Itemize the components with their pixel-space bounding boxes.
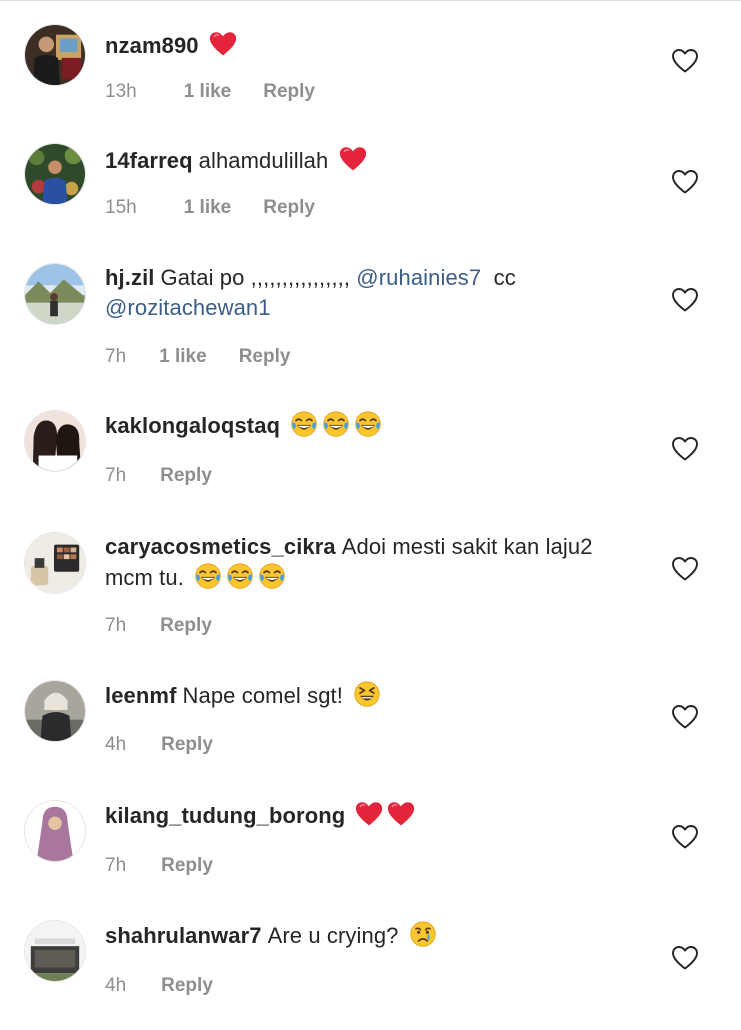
laughing-emoji — [353, 680, 381, 708]
comment-item: nzam890 13h 1 like Reply — [0, 24, 741, 134]
tears-of-joy-emoji — [194, 562, 222, 590]
mention-link[interactable]: @ruhainies7 — [356, 265, 481, 290]
heart-outline-icon[interactable] — [671, 169, 699, 195]
avatar[interactable] — [24, 920, 86, 982]
comment-body: leenmf Nape comel sgt! 4h Reply — [105, 680, 625, 755]
comment-text: shahrulanwar7 Are u crying? — [105, 920, 625, 951]
timestamp: 4h — [105, 975, 127, 996]
comment-message: Gatai po ,,,,,,,,,,,,,,,, — [160, 265, 357, 290]
timestamp: 4h — [105, 734, 127, 755]
heart-outline-icon[interactable] — [671, 704, 699, 730]
comment-body: hj.zil Gatai po ,,,,,,,,,,,,,,,, @ruhaini… — [105, 263, 625, 367]
crying-emoji — [409, 920, 437, 948]
reply-button[interactable]: Reply — [263, 80, 315, 104]
comment-message: Are u crying? — [267, 923, 399, 948]
tears-of-joy-emoji — [258, 562, 286, 590]
comment-meta: 7h 1 like Reply — [105, 345, 290, 369]
comment-item: kaklongaloqstaq 7h Reply — [0, 410, 741, 520]
username-link[interactable]: nzam890 — [105, 33, 199, 58]
reply-button[interactable]: Reply — [263, 196, 315, 220]
timestamp: 15h — [105, 197, 137, 218]
comment-meta: 13h 1 like Reply — [105, 80, 315, 104]
reply-button[interactable]: Reply — [160, 464, 212, 488]
comment-body: kaklongaloqstaq 7h Reply — [105, 410, 625, 486]
tears-of-joy-emoji — [290, 410, 318, 438]
avatar[interactable] — [24, 410, 86, 472]
comment-item: hj.zil Gatai po ,,,,,,,,,,,,,,,, @ruhaini… — [0, 263, 741, 373]
comment-meta: 7h Reply — [105, 464, 212, 488]
username-link[interactable]: hj.zil — [105, 265, 155, 290]
like-count[interactable]: 1 like — [184, 80, 232, 104]
reply-button[interactable]: Reply — [161, 974, 213, 998]
comment-item: shahrulanwar7 Are u crying? 4h Reply — [0, 920, 741, 1030]
like-count[interactable]: 1 like — [184, 196, 232, 220]
top-divider — [0, 0, 741, 4]
username-link[interactable]: caryacosmetics_cikra — [105, 534, 336, 559]
red-heart-emoji — [387, 800, 415, 828]
timestamp: 7h — [105, 346, 127, 367]
comment-body: caryacosmetics_cikra Adoi mesti sakit kan… — [105, 532, 625, 636]
mention-link[interactable]: @rozitachewan1 — [105, 295, 271, 320]
heart-outline-icon[interactable] — [671, 48, 699, 74]
comment-item: 14farreq alhamdulillah 15h 1 like Reply — [0, 143, 741, 253]
comment-meta: 15h 1 like Reply — [105, 196, 315, 220]
heart-outline-icon[interactable] — [671, 287, 699, 313]
comment-item: caryacosmetics_cikra Adoi mesti sakit kan… — [0, 532, 741, 642]
red-heart-emoji — [209, 30, 237, 58]
comment-text: kilang_tudung_borong — [105, 800, 625, 831]
comment-text: leenmf Nape comel sgt! — [105, 680, 625, 711]
avatar[interactable] — [24, 24, 86, 86]
comment-body: 14farreq alhamdulillah 15h 1 like Reply — [105, 145, 625, 218]
username-link[interactable]: kaklongaloqstaq — [105, 413, 280, 438]
timestamp: 13h — [105, 81, 137, 102]
avatar[interactable] — [24, 263, 86, 325]
heart-outline-icon[interactable] — [671, 945, 699, 971]
comment-meta: 7h Reply — [105, 854, 213, 878]
timestamp: 7h — [105, 615, 127, 636]
tears-of-joy-emoji — [322, 410, 350, 438]
like-count[interactable]: 1 like — [159, 345, 207, 369]
heart-outline-icon[interactable] — [671, 824, 699, 850]
comment-text: kaklongaloqstaq — [105, 410, 625, 441]
comment-text: 14farreq alhamdulillah — [105, 145, 625, 176]
comment-text: hj.zil Gatai po ,,,,,,,,,,,,,,,, @ruhaini… — [105, 263, 625, 323]
reply-button[interactable]: Reply — [239, 345, 291, 369]
username-link[interactable]: leenmf — [105, 683, 177, 708]
avatar[interactable] — [24, 532, 86, 594]
red-heart-emoji — [339, 145, 367, 173]
avatar[interactable] — [24, 143, 86, 205]
heart-outline-icon[interactable] — [671, 556, 699, 582]
avatar[interactable] — [24, 800, 86, 862]
reply-button[interactable]: Reply — [161, 733, 213, 757]
tears-of-joy-emoji — [354, 410, 382, 438]
timestamp: 7h — [105, 855, 127, 876]
comment-message: Nape comel sgt! — [182, 683, 343, 708]
comment-message: alhamdulillah — [198, 148, 329, 173]
comment-meta: 7h Reply — [105, 614, 212, 638]
username-link[interactable]: 14farreq — [105, 148, 193, 173]
heart-outline-icon[interactable] — [671, 436, 699, 462]
comment-item: leenmf Nape comel sgt! 4h Reply — [0, 680, 741, 790]
comment-meta: 4h Reply — [105, 733, 213, 757]
comment-body: shahrulanwar7 Are u crying? 4h Reply — [105, 920, 625, 996]
avatar[interactable] — [24, 680, 86, 742]
timestamp: 7h — [105, 465, 127, 486]
username-link[interactable]: shahrulanwar7 — [105, 923, 262, 948]
reply-button[interactable]: Reply — [161, 854, 213, 878]
comment-body: kilang_tudung_borong 7h Reply — [105, 800, 625, 876]
reply-button[interactable]: Reply — [160, 614, 212, 638]
comment-message: cc — [481, 265, 523, 290]
comment-text: nzam890 — [105, 30, 625, 61]
comment-meta: 4h Reply — [105, 974, 213, 998]
comment-item: kilang_tudung_borong 7h Reply — [0, 800, 741, 910]
username-link[interactable]: kilang_tudung_borong — [105, 803, 345, 828]
red-heart-emoji — [355, 800, 383, 828]
comment-text: caryacosmetics_cikra Adoi mesti sakit kan… — [105, 532, 625, 593]
comment-body: nzam890 13h 1 like Reply — [105, 30, 625, 102]
tears-of-joy-emoji — [226, 562, 254, 590]
